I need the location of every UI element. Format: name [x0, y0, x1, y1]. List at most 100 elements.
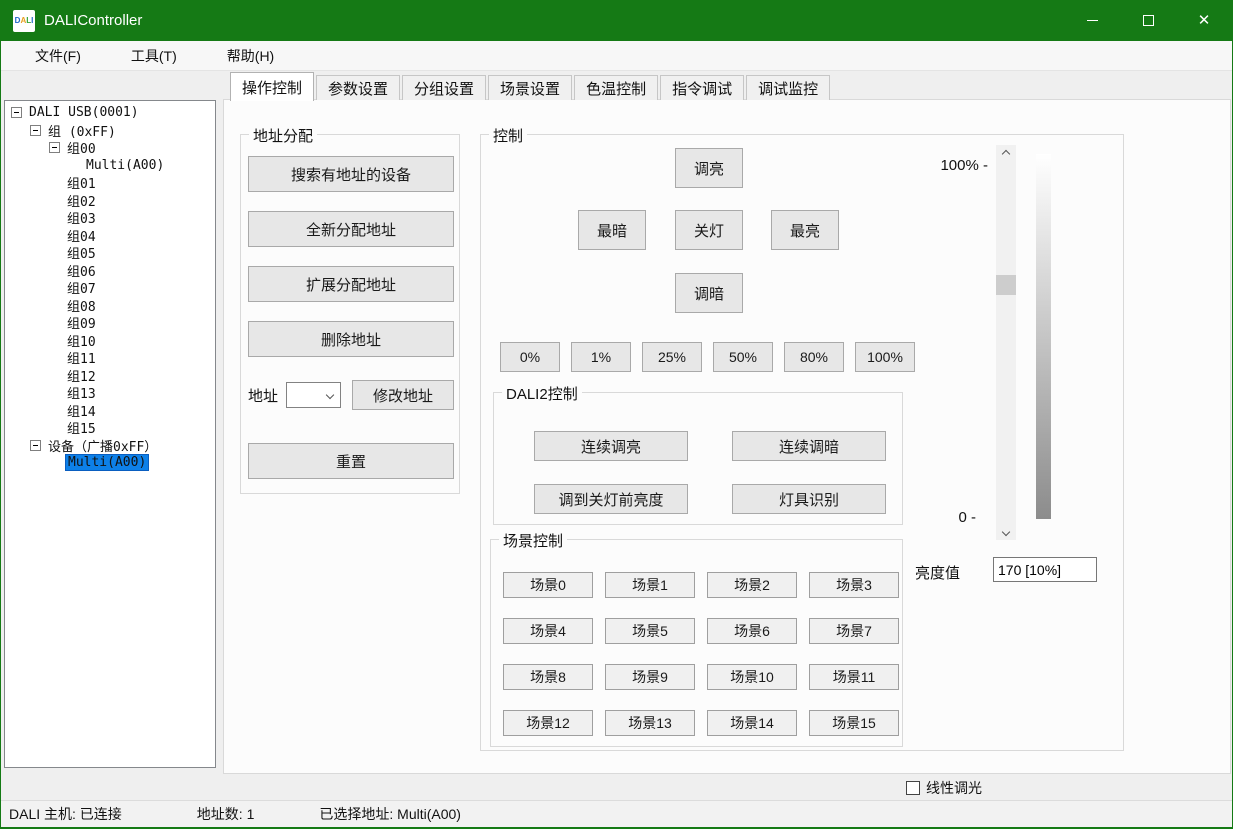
tab[interactable]: 指令调试	[660, 75, 744, 100]
close-button[interactable]: ✕	[1176, 0, 1232, 41]
tab[interactable]: 场景设置	[488, 75, 572, 100]
action-button[interactable]: 50%	[713, 342, 773, 372]
action-button[interactable]: 场景15	[809, 710, 899, 736]
tree-node-label: 组10	[65, 331, 98, 350]
action-button[interactable]: 调到关灯前亮度	[534, 484, 688, 514]
tree-node[interactable]: 组01	[5, 174, 215, 192]
tree-node[interactable]: 组07	[5, 279, 215, 297]
tree-node[interactable]: 组06	[5, 262, 215, 280]
tree-expander-icon[interactable]	[30, 440, 41, 451]
action-button[interactable]: 场景3	[809, 572, 899, 598]
tree-node[interactable]: Multi(A00)	[5, 157, 215, 175]
action-button[interactable]: 场景7	[809, 618, 899, 644]
menu-item[interactable]: 文件(F)	[23, 42, 93, 70]
control-group: 控制 调亮 最暗 关灯 最亮 调暗 0%1%25%50%80%100% DALI…	[480, 134, 1124, 751]
scroll-down-button[interactable]	[996, 523, 1016, 540]
address-combobox[interactable]	[286, 382, 341, 408]
action-button[interactable]: 场景9	[605, 664, 695, 690]
tree-node[interactable]: 组14	[5, 402, 215, 420]
tab[interactable]: 色温控制	[574, 75, 658, 100]
action-button[interactable]: 全新分配地址	[248, 211, 454, 247]
action-button[interactable]: 场景6	[707, 618, 797, 644]
tree-node-label: DALI USB(0001)	[27, 105, 141, 120]
scene-control-group: 场景控制 场景0场景1场景2场景3场景4场景5场景6场景7场景8场景9场景10场…	[490, 539, 903, 747]
scrollbar-thumb[interactable]	[996, 275, 1016, 295]
tab[interactable]: 操作控制	[230, 72, 314, 101]
menu-item[interactable]: 工具(T)	[119, 42, 189, 70]
device-tree-panel[interactable]: DALI USB(0001) 组 (0xFF) 组00 Multi(A00) 组…	[4, 100, 216, 768]
tree-node[interactable]: 组15	[5, 419, 215, 437]
action-button[interactable]: 场景0	[503, 572, 593, 598]
brightness-scrollbar[interactable]	[996, 145, 1016, 540]
maximize-button[interactable]	[1120, 0, 1176, 41]
brightest-button[interactable]: 最亮	[771, 210, 839, 250]
brightness-value-label: 亮度值	[915, 562, 960, 583]
action-button[interactable]: 25%	[642, 342, 702, 372]
action-button[interactable]: 场景13	[605, 710, 695, 736]
minimize-button[interactable]	[1064, 0, 1120, 41]
tab[interactable]: 参数设置	[316, 75, 400, 100]
tabstrip: 操作控制参数设置分组设置场景设置色温控制指令调试调试监控	[230, 72, 832, 101]
linear-dimming-option[interactable]: 线性调光	[906, 778, 982, 798]
tab[interactable]: 调试监控	[746, 75, 830, 100]
status-selected-address: 已选择地址: Multi(A00)	[319, 804, 461, 824]
tree-node[interactable]: 组02	[5, 192, 215, 210]
action-button[interactable]: 灯具识别	[732, 484, 886, 514]
action-button[interactable]: 删除地址	[248, 321, 454, 357]
action-button[interactable]: 0%	[500, 342, 560, 372]
action-button[interactable]: 80%	[784, 342, 844, 372]
tree-node[interactable]: 组09	[5, 314, 215, 332]
action-button[interactable]: 场景1	[605, 572, 695, 598]
chevron-down-icon[interactable]	[326, 391, 334, 399]
tree-node[interactable]: 组 (0xFF)	[5, 122, 215, 140]
action-button[interactable]: 场景8	[503, 664, 593, 690]
reset-button[interactable]: 重置	[248, 443, 454, 479]
tree-node[interactable]: 组03	[5, 209, 215, 227]
address-combobox-input[interactable]	[288, 384, 326, 406]
checkbox-icon[interactable]	[906, 781, 920, 795]
tree-node[interactable]: 组10	[5, 332, 215, 350]
dim-up-button[interactable]: 调亮	[675, 148, 743, 188]
action-button[interactable]: 扩展分配地址	[248, 266, 454, 302]
tree-node[interactable]: Multi(A00)	[5, 454, 215, 472]
action-button[interactable]: 搜索有地址的设备	[248, 156, 454, 192]
action-button[interactable]: 场景11	[809, 664, 899, 690]
tab[interactable]: 分组设置	[402, 75, 486, 100]
tree-node-label: 设备（广播0xFF）	[46, 436, 159, 455]
tree-node[interactable]: 设备（广播0xFF）	[5, 437, 215, 455]
action-button[interactable]: 连续调暗	[732, 431, 886, 461]
menu-item[interactable]: 帮助(H)	[215, 42, 286, 70]
tree-node-label: 组03	[65, 208, 98, 227]
action-button[interactable]: 场景2	[707, 572, 797, 598]
modify-address-button[interactable]: 修改地址	[352, 380, 454, 410]
action-button[interactable]: 场景4	[503, 618, 593, 644]
action-button[interactable]: 100%	[855, 342, 915, 372]
tree-node[interactable]: 组00	[5, 139, 215, 157]
tree-node[interactable]: 组12	[5, 367, 215, 385]
tree-node[interactable]: 组05	[5, 244, 215, 262]
tree-node-label: 组12	[65, 366, 98, 385]
tree-node[interactable]: DALI USB(0001)	[5, 104, 215, 122]
tree-expander-icon[interactable]	[30, 125, 41, 136]
darkest-button[interactable]: 最暗	[578, 210, 646, 250]
action-button[interactable]: 1%	[571, 342, 631, 372]
action-button[interactable]: 场景10	[707, 664, 797, 690]
action-button[interactable]: 连续调亮	[534, 431, 688, 461]
tree-expander-icon[interactable]	[11, 107, 22, 118]
brightness-value-field[interactable]	[993, 557, 1097, 582]
app-icon: DALI	[13, 10, 35, 32]
light-off-button[interactable]: 关灯	[675, 210, 743, 250]
tree-node[interactable]: 组04	[5, 227, 215, 245]
scroll-up-button[interactable]	[996, 145, 1016, 162]
group-title: 地址分配	[249, 125, 317, 146]
tree-node-label: Multi(A00)	[84, 158, 166, 173]
tree-node[interactable]: 组08	[5, 297, 215, 315]
action-button[interactable]: 场景5	[605, 618, 695, 644]
action-button[interactable]: 场景12	[503, 710, 593, 736]
tree-expander-icon[interactable]	[49, 142, 60, 153]
tree-node[interactable]: 组13	[5, 384, 215, 402]
tree-node-label: 组07	[65, 278, 98, 297]
dim-down-button[interactable]: 调暗	[675, 273, 743, 313]
tree-node[interactable]: 组11	[5, 349, 215, 367]
action-button[interactable]: 场景14	[707, 710, 797, 736]
